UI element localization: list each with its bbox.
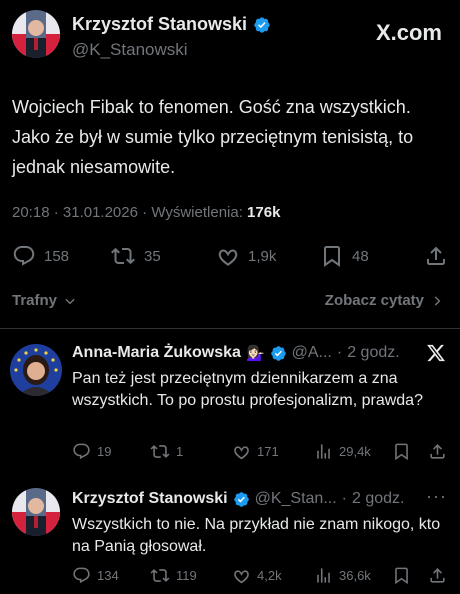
- repost-icon: [150, 445, 170, 458]
- verified-badge-icon: [233, 491, 249, 507]
- chevron-right-icon: [434, 295, 441, 306]
- quotes-label: Zobacz cytaty: [324, 292, 424, 309]
- views-button[interactable]: 36,6k: [314, 566, 371, 585]
- author-name-row: Krzysztof Stanowski: [72, 14, 271, 35]
- reply-time[interactable]: 2 godz.: [352, 490, 404, 508]
- reply-author-emoji: 💁🏻‍♀️: [245, 345, 265, 362]
- bookmark-count: 48: [352, 247, 369, 265]
- reply-header: Krzysztof Stanowski @K_Stan... · 2 godz.: [72, 490, 405, 508]
- post-date[interactable]: 31.01.2026: [63, 204, 138, 221]
- bookmark-icon: [395, 443, 408, 461]
- replies-sort-row: Trafny Zobacz cytaty: [0, 288, 460, 318]
- repost-button[interactable]: 1: [150, 442, 183, 461]
- heart-icon: [234, 570, 249, 584]
- views-label: Wyświetlenia:: [151, 204, 243, 221]
- reply-count: 19: [97, 444, 112, 459]
- brand-logo: X.com: [376, 20, 442, 46]
- verified-badge-icon: [270, 345, 286, 361]
- x-logo-icon: [426, 343, 446, 368]
- analytics-icon: [317, 444, 330, 459]
- reply-text: Wszystkich to nie. Na przykład nie znam …: [72, 516, 441, 555]
- heart-icon: [218, 249, 238, 266]
- repost-icon: [150, 569, 170, 582]
- chevron-down-icon: [65, 298, 75, 304]
- author-handle[interactable]: @K_Stanowski: [72, 40, 188, 60]
- reply-button[interactable]: 19: [72, 442, 111, 461]
- like-button[interactable]: 4,2k: [232, 566, 282, 585]
- reply-avatar-stanowski[interactable]: [12, 488, 60, 536]
- repost-icon: [111, 247, 135, 265]
- share-icon: [430, 444, 445, 459]
- repost-button[interactable]: 35: [110, 244, 161, 268]
- heart-icon: [234, 446, 249, 460]
- views-count: 36,6k: [339, 568, 371, 583]
- like-count: 171: [257, 444, 279, 459]
- share-button[interactable]: [428, 566, 447, 585]
- post-meta: 20:18 · 31.01.2026 · Wyświetlenia: 176k: [12, 204, 281, 221]
- analytics-icon: [317, 568, 330, 583]
- author-name[interactable]: Krzysztof Stanowski: [72, 14, 247, 35]
- more-options-icon[interactable]: ···: [426, 486, 447, 507]
- post-time[interactable]: 20:18: [12, 204, 50, 221]
- reply-handle[interactable]: @K_Stan...: [255, 490, 337, 508]
- sort-label: Trafny: [12, 292, 58, 309]
- reply-handle[interactable]: @A...: [292, 344, 332, 362]
- author-avatar[interactable]: [12, 10, 60, 58]
- bookmark-icon: [324, 246, 340, 267]
- views-count: 176k: [247, 204, 281, 221]
- like-button[interactable]: 171: [232, 442, 279, 461]
- post-actions: 158 35 1,9k 48: [0, 240, 460, 272]
- divider: [0, 328, 460, 329]
- share-button[interactable]: [428, 442, 447, 461]
- repost-count: 1: [176, 444, 184, 459]
- views-count: 29,4k: [339, 444, 371, 459]
- bookmark-button[interactable]: 48: [320, 244, 369, 268]
- views-button[interactable]: 29,4k: [314, 442, 371, 461]
- reply-icon: [73, 443, 90, 460]
- reply-text: Pan też jest przeciętnym dziennikarzem a…: [72, 370, 423, 409]
- bookmark-button[interactable]: [392, 566, 411, 585]
- bookmark-button[interactable]: [392, 442, 411, 461]
- like-button[interactable]: 1,9k: [216, 244, 276, 268]
- reply-button[interactable]: 134: [72, 566, 119, 585]
- reply-count: 134: [97, 568, 119, 583]
- post-text: Wojciech Fibak to fenomen. Gość zna wszy…: [12, 97, 414, 177]
- like-count: 1,9k: [248, 247, 277, 265]
- reply-author-name[interactable]: Krzysztof Stanowski: [72, 490, 228, 508]
- share-icon: [430, 568, 445, 583]
- reply-icon: [73, 567, 90, 584]
- repost-count: 119: [176, 568, 197, 583]
- repost-button[interactable]: 119: [150, 566, 197, 585]
- reply-avatar-anna[interactable]: [10, 344, 62, 396]
- reply-button[interactable]: 158: [12, 244, 69, 268]
- verified-badge-icon: [254, 16, 270, 33]
- reply-icon: [13, 246, 35, 266]
- sort-dropdown[interactable]: Trafny: [12, 292, 77, 309]
- share-icon: [427, 246, 445, 265]
- bookmark-icon: [395, 567, 408, 585]
- view-quotes-link[interactable]: Zobacz cytaty: [325, 292, 444, 309]
- repost-count: 35: [144, 247, 161, 265]
- brand-text: X.com: [375, 20, 442, 45]
- reply-header: Anna-Maria Żukowska 💁🏻‍♀️ @A... · 2 godz…: [72, 344, 400, 362]
- reply-count: 158: [44, 247, 70, 265]
- like-count: 4,2k: [257, 568, 282, 583]
- reply-time[interactable]: 2 godz.: [347, 344, 399, 362]
- reply-author-name[interactable]: Anna-Maria Żukowska: [72, 344, 241, 362]
- share-button[interactable]: [424, 244, 448, 268]
